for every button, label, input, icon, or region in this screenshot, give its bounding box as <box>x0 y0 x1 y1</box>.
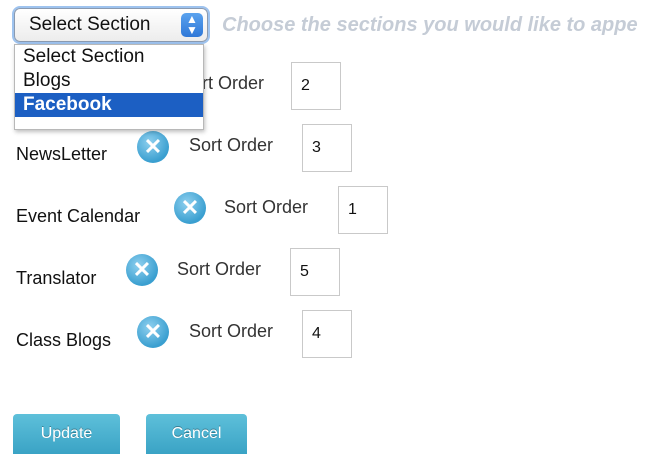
sort-order-input[interactable]: 1 <box>338 186 388 234</box>
remove-icon[interactable]: ✕ <box>137 131 169 163</box>
sort-order-input[interactable]: 2 <box>291 62 341 110</box>
update-button[interactable]: Update <box>13 414 120 454</box>
sort-order-label: Sort Order <box>177 259 262 279</box>
dropdown-option-blogs[interactable]: Blogs <box>15 69 203 93</box>
remove-icon[interactable]: ✕ <box>126 254 158 286</box>
sort-order-label: rt Order <box>202 73 265 93</box>
section-dropdown-list: Select Section Blogs Facebook <box>14 44 204 130</box>
remove-icon[interactable]: ✕ <box>174 192 206 224</box>
select-arrows-icon: ▲ ▼ <box>181 13 203 37</box>
sort-order-input[interactable]: 3 <box>302 124 352 172</box>
sort-order-input[interactable]: 5 <box>290 248 340 296</box>
remove-icon[interactable]: ✕ <box>137 316 169 348</box>
section-row-newsletter: NewsLetter ✕ Sort Order 3 <box>0 124 360 174</box>
section-label: Class Blogs <box>16 330 112 350</box>
sort-order-label: Sort Order <box>224 197 309 217</box>
dropdown-option-facebook[interactable]: Facebook <box>15 93 203 117</box>
sort-order-input[interactable]: 4 <box>302 310 352 358</box>
section-row-translator: Translator ✕ Sort Order 5 <box>0 248 360 298</box>
section-label: Translator <box>16 268 97 288</box>
section-select[interactable]: Select Section ▲ ▼ <box>14 8 208 42</box>
cancel-button[interactable]: Cancel <box>146 414 247 454</box>
section-label: NewsLetter <box>16 144 108 164</box>
section-hint: Choose the sections you would like to ap… <box>222 14 638 36</box>
section-row-class-blogs: Class Blogs ✕ Sort Order 4 <box>0 310 360 360</box>
section-select-value: Select Section <box>29 14 151 35</box>
sort-order-label: Sort Order <box>189 135 274 155</box>
section-label: Event Calendar <box>16 206 141 226</box>
dropdown-option-select-section[interactable]: Select Section <box>15 45 203 69</box>
section-row-event-calendar: Event Calendar ✕ Sort Order 1 <box>0 186 400 236</box>
sort-order-label: Sort Order <box>189 321 274 341</box>
